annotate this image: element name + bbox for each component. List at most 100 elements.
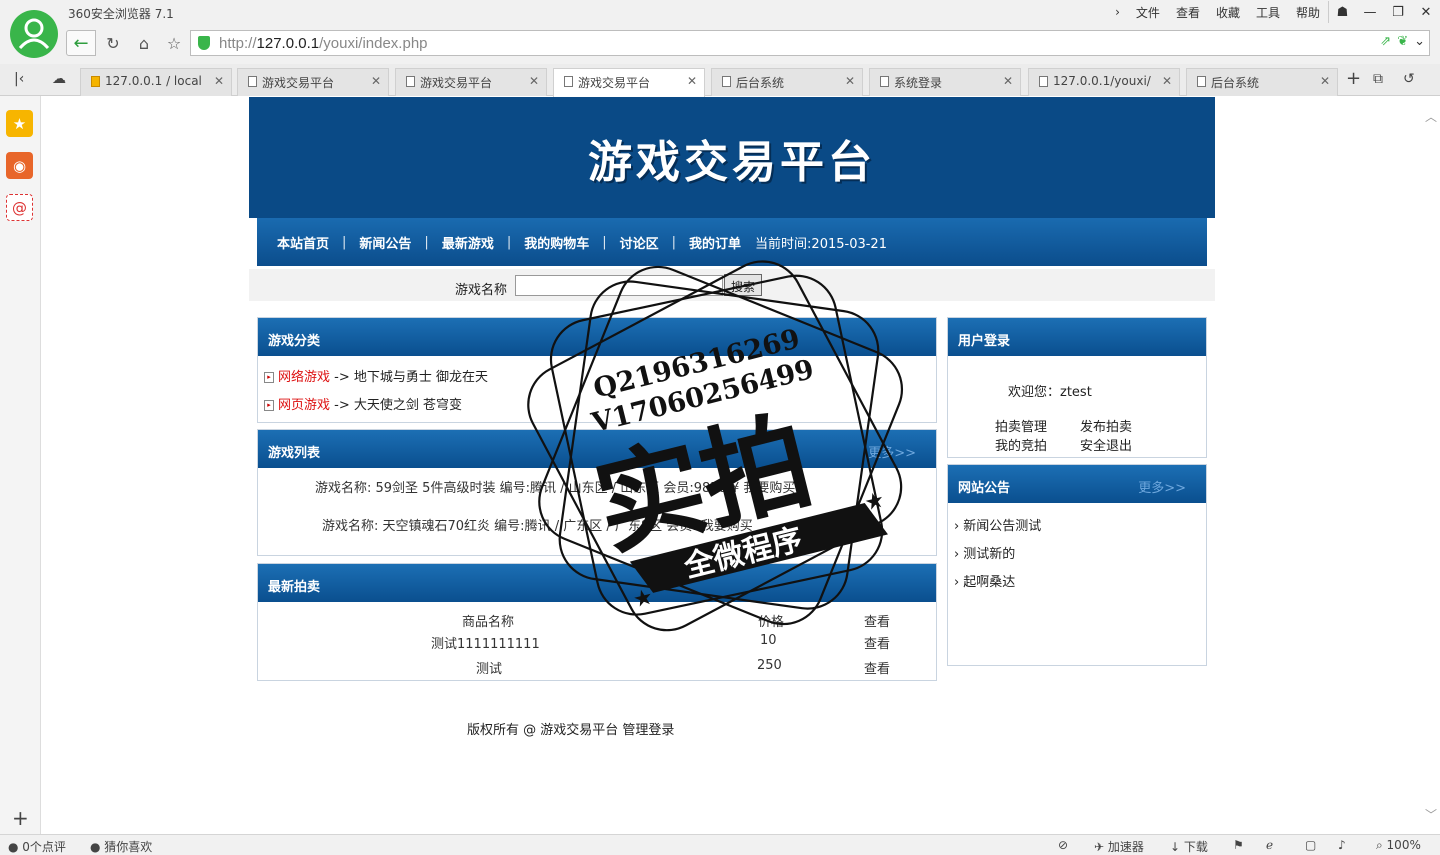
- zoom-level[interactable]: ⌕ 100%: [1376, 838, 1421, 853]
- search-bar: 游戏名称 搜索: [249, 269, 1215, 301]
- auction-header-name: 商品名称: [462, 615, 515, 630]
- home-icon[interactable]: ⌂: [130, 30, 158, 56]
- game-list-row[interactable]: 游戏名称: 59剑圣 5件高级时装 编号:腾讯 / 山东区 / 山东区 会员:9…: [315, 477, 795, 496]
- download-button[interactable]: ↓ 下载: [1170, 838, 1208, 855]
- tab-youxi[interactable]: 127.0.0.1/youxi/✕: [1028, 68, 1180, 96]
- menu-expand-icon[interactable]: ›: [1115, 5, 1120, 19]
- tab-admin-system[interactable]: 后台系统 ✕: [711, 68, 863, 96]
- search-button[interactable]: 搜索: [724, 274, 762, 296]
- notice-item[interactable]: 起啊桑达: [954, 571, 1015, 590]
- window-icon[interactable]: ▢: [1305, 838, 1316, 852]
- nav-orders[interactable]: 我的订单: [689, 233, 741, 252]
- notice-item[interactable]: 测试新的: [954, 543, 1015, 562]
- menu-file[interactable]: 文件: [1136, 4, 1160, 21]
- favorites-star-icon[interactable]: ★: [6, 110, 33, 137]
- speed-icon[interactable]: ⊘: [1058, 838, 1068, 852]
- tab-game-platform-active[interactable]: 游戏交易平台 ✕: [553, 68, 705, 97]
- tab-phpmyadmin[interactable]: 127.0.0.1 / local ✕: [80, 68, 232, 96]
- share-icon[interactable]: ⇗: [1380, 34, 1391, 49]
- publish-auction-link[interactable]: 发布拍卖: [1080, 416, 1132, 435]
- restore-tabs-icon[interactable]: ⧉: [1373, 71, 1383, 87]
- back-button[interactable]: ←: [66, 30, 96, 56]
- tab-close-icon[interactable]: ✕: [1162, 74, 1172, 88]
- address-bar[interactable]: http://127.0.0.1/youxi/index.php ⇗ ❦ ⌄: [190, 30, 1430, 56]
- accelerator-button[interactable]: ✈ 加速器: [1094, 838, 1144, 855]
- app-title: 360安全浏览器 7.1: [68, 7, 174, 21]
- tab-game-platform[interactable]: 游戏交易平台 ✕: [237, 68, 389, 96]
- tab-close-icon[interactable]: ✕: [845, 74, 855, 88]
- search-input[interactable]: [515, 275, 723, 296]
- menu-view[interactable]: 查看: [1176, 4, 1200, 21]
- game-list-row[interactable]: 游戏名称: 天空镇魂石70红炎 编号:腾讯 / 广东区 / 广东8区 会员: 我…: [322, 515, 753, 534]
- auction-view-link[interactable]: 查看: [864, 658, 890, 677]
- category-items[interactable]: 地下城与勇士 御龙在天: [354, 370, 488, 385]
- skin-icon[interactable]: ☗: [1328, 1, 1356, 23]
- undo-close-icon[interactable]: ↺: [1403, 71, 1415, 87]
- page-scrollbar[interactable]: ︿ ﹀: [1423, 108, 1440, 824]
- category-items[interactable]: 大天使之剑 苍穹变: [354, 398, 462, 413]
- sound-icon[interactable]: ♪: [1338, 838, 1346, 852]
- tab-close-icon[interactable]: ✕: [214, 74, 224, 88]
- scroll-up-icon[interactable]: ︿: [1425, 108, 1437, 125]
- auction-manage-link[interactable]: 拍卖管理: [995, 416, 1047, 435]
- address-url[interactable]: http://127.0.0.1/youxi/index.php: [219, 35, 428, 52]
- page-icon: [880, 76, 889, 87]
- comments-status[interactable]: ● 0个点评: [8, 838, 66, 855]
- chevron-down-icon[interactable]: ⌄: [1414, 34, 1425, 49]
- menu-tools[interactable]: 工具: [1256, 4, 1280, 21]
- nav-cart[interactable]: 我的购物车: [524, 233, 589, 252]
- security-shield-icon: [198, 36, 210, 50]
- tab-system-login[interactable]: 系统登录 ✕: [869, 68, 1021, 96]
- auction-item-price: 250: [757, 658, 782, 673]
- category-box: 游戏分类 ▸ 网络游戏 -> 地下城与勇士 御龙在天 ▸ 网页游戏 -> 大天使之剑…: [257, 317, 937, 423]
- site-footer[interactable]: 版权所有 @ 游戏交易平台 管理登录: [467, 719, 674, 738]
- browser-titlebar: 360安全浏览器 7.1 › 文件 查看 收藏 工具 帮助 ☗ — ❐ ✕ ← …: [0, 0, 1440, 64]
- notice-item[interactable]: 新闻公告测试: [954, 515, 1041, 534]
- tab-scroll-left-icon[interactable]: |‹: [14, 71, 24, 87]
- nav-home[interactable]: 本站首页: [277, 233, 329, 252]
- tab-admin-system[interactable]: 后台系统 ✕: [1186, 68, 1338, 96]
- site-nav: 本站首页 | 新闻公告 | 最新游戏 | 我的购物车 | 讨论区 | 我的订单 …: [257, 218, 1207, 266]
- tab-close-icon[interactable]: ✕: [1003, 74, 1013, 88]
- tab-close-icon[interactable]: ✕: [1320, 74, 1330, 88]
- logout-link[interactable]: 安全退出: [1080, 435, 1132, 454]
- nav-latest-games[interactable]: 最新游戏: [442, 233, 494, 252]
- nav-forum[interactable]: 讨论区: [620, 233, 659, 252]
- email-icon[interactable]: @: [6, 194, 33, 221]
- weibo-icon[interactable]: ◉: [6, 152, 33, 179]
- notice-box: 网站公告 更多>> 新闻公告测试 测试新的 起啊桑达: [947, 464, 1207, 666]
- category-row: ▸ 网页游戏 -> 大天使之剑 苍穹变: [264, 394, 462, 413]
- tab-game-platform[interactable]: 游戏交易平台 ✕: [395, 68, 547, 96]
- auction-view-link[interactable]: 查看: [864, 633, 890, 652]
- pma-icon: [91, 76, 100, 87]
- leaf-icon[interactable]: ❦: [1397, 34, 1408, 49]
- nav-news[interactable]: 新闻公告: [359, 233, 411, 252]
- menu-help[interactable]: 帮助: [1296, 4, 1320, 21]
- page-icon: [564, 76, 573, 87]
- category-link[interactable]: 网页游戏: [278, 398, 330, 413]
- tab-close-icon[interactable]: ✕: [371, 74, 381, 88]
- flag-icon[interactable]: ⚑: [1233, 838, 1244, 852]
- my-bids-link[interactable]: 我的竞拍: [995, 435, 1047, 454]
- sidebar-add-icon[interactable]: +: [12, 806, 29, 830]
- tab-close-icon[interactable]: ✕: [529, 74, 539, 88]
- auction-item-price: 10: [760, 633, 777, 648]
- maximize-button[interactable]: ❐: [1384, 1, 1412, 23]
- minimize-button[interactable]: —: [1356, 1, 1384, 23]
- notice-more-link[interactable]: 更多>>: [1138, 477, 1186, 496]
- tab-close-icon[interactable]: ✕: [687, 74, 697, 88]
- menu-favorites[interactable]: 收藏: [1216, 4, 1240, 21]
- page-icon: [406, 76, 415, 87]
- game-list-more-link[interactable]: 更多>>: [868, 442, 916, 461]
- ie-mode-icon[interactable]: ℯ: [1266, 838, 1273, 852]
- cloud-icon[interactable]: ☁: [52, 71, 66, 87]
- refresh-icon[interactable]: ↻: [99, 30, 127, 56]
- scroll-down-icon[interactable]: ﹀: [1425, 806, 1437, 823]
- user-avatar[interactable]: [10, 10, 58, 58]
- tab-bar: |‹ ☁ 127.0.0.1 / local ✕ 游戏交易平台 ✕ 游戏交易平台 ✕ …: [0, 64, 1440, 97]
- category-link[interactable]: 网络游戏: [278, 370, 330, 385]
- close-button[interactable]: ✕: [1412, 1, 1440, 23]
- new-tab-icon[interactable]: +: [1346, 68, 1361, 89]
- favorite-star-icon[interactable]: ☆: [160, 30, 188, 56]
- guess-like-status[interactable]: ● 猜你喜欢: [90, 838, 152, 855]
